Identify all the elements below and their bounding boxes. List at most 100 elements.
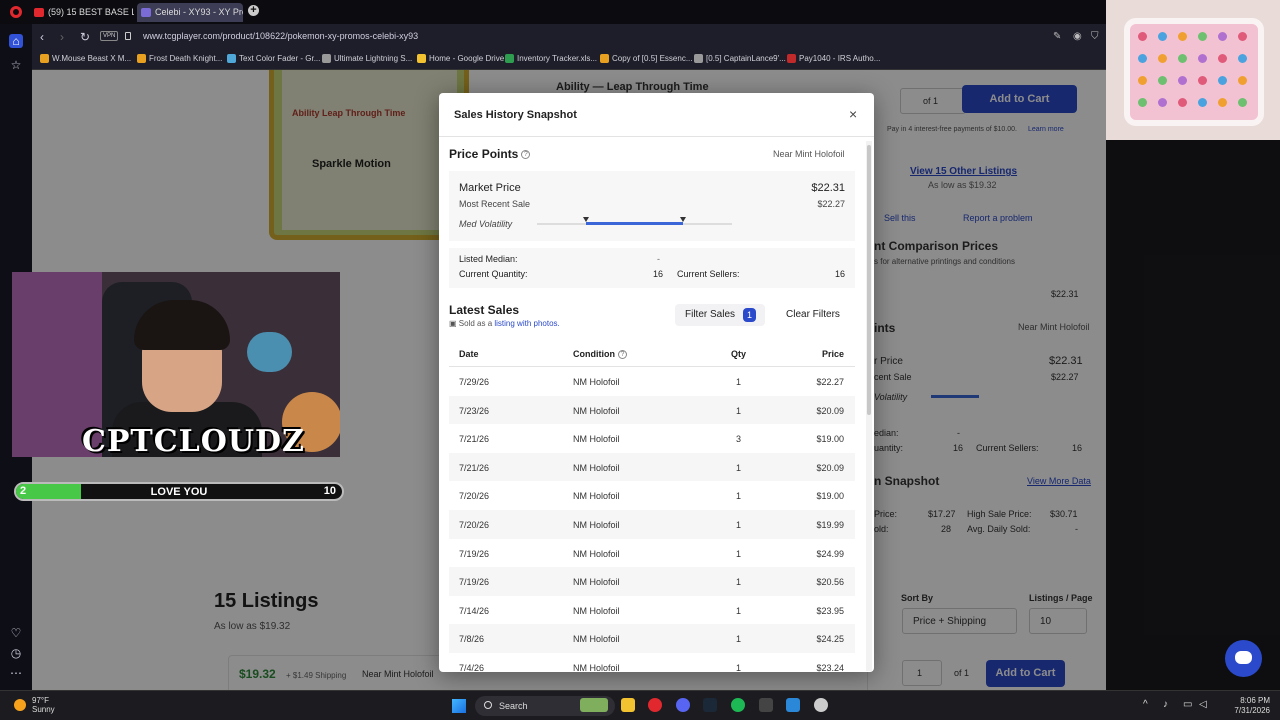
volume-icon[interactable]: ◁: [1199, 699, 1207, 710]
paw-print: [1138, 76, 1147, 85]
chat-button[interactable]: [1225, 640, 1262, 677]
windows-start-icon[interactable]: [452, 699, 466, 713]
sale-qty: 1: [735, 577, 741, 588]
sun-icon[interactable]: [14, 699, 26, 711]
history-icon[interactable]: ◷: [9, 646, 23, 660]
current-sellers-value: 16: [834, 269, 845, 279]
vpn-badge[interactable]: VPN: [100, 31, 119, 41]
sale-qty: 1: [735, 548, 741, 559]
sale-price: $19.00: [816, 434, 844, 445]
market-price-value: $22.31: [811, 182, 845, 194]
bookmark-label: Home - Google Drive: [429, 54, 505, 63]
star-icon[interactable]: ☆: [9, 58, 23, 72]
file-explorer-icon[interactable]: [621, 698, 635, 712]
paw-print: [1218, 32, 1227, 41]
header-qty[interactable]: Qty: [731, 349, 746, 359]
tab-label: (59) 15 BEST BASE LOCATI: [48, 7, 134, 17]
header-condition-text: Condition: [573, 349, 615, 359]
address-bar: ‹ › ↻ VPN www.tcgplayer.com/product/1086…: [32, 24, 1106, 50]
bookmark-item[interactable]: Copy of [0.5] Essenc...: [600, 54, 692, 63]
bookmark-item[interactable]: Frost Death Knight...: [137, 54, 222, 63]
lock-icon[interactable]: [125, 32, 131, 40]
chrome-icon[interactable]: [814, 698, 828, 712]
weather-widget[interactable]: 97°F Sunny: [32, 696, 55, 714]
shield-icon[interactable]: ⛉: [1091, 31, 1099, 42]
bookmark-label: Ultimate Lightning S...: [334, 54, 413, 63]
sale-qty: 1: [735, 462, 741, 473]
url-field[interactable]: www.tcgplayer.com/product/108622/pokemon…: [143, 31, 418, 41]
tab-youtube[interactable]: (59) 15 BEST BASE LOCATI: [30, 3, 134, 22]
sale-qty: 1: [735, 405, 741, 416]
sale-date: 7/21/26: [459, 462, 490, 473]
camera-icon[interactable]: ◉: [1073, 31, 1082, 42]
help-icon[interactable]: ?: [521, 150, 531, 160]
more-icon[interactable]: ⋯: [9, 666, 23, 680]
steam-icon[interactable]: [703, 698, 717, 712]
filter-sales-button[interactable]: Filter Sales 1: [675, 304, 765, 326]
sale-condition: NM Holofoil: [573, 377, 620, 387]
app-icon-blue[interactable]: [786, 698, 800, 712]
bookmark-item[interactable]: Text Color Fader - Gr...: [227, 54, 320, 63]
header-condition[interactable]: Condition?: [573, 349, 627, 360]
tab-tcgplayer[interactable]: Celebi - XY93 - XY Promo: [137, 3, 243, 22]
paw-print: [1158, 54, 1167, 63]
paw-print: [1218, 54, 1227, 63]
search-icon: [484, 701, 492, 709]
filter-sales-label: Filter Sales: [685, 309, 736, 320]
new-tab-icon[interactable]: +: [248, 5, 259, 16]
table-row: 7/19/26 NM Holofoil 1 $20.56: [449, 567, 855, 596]
home-icon[interactable]: ⌂: [9, 34, 23, 48]
chevron-up-icon[interactable]: ^: [1143, 699, 1148, 710]
header-date[interactable]: Date: [459, 349, 479, 359]
sale-date: 7/20/26: [459, 491, 490, 502]
bookmark-label: Pay1040 - IRS Autho...: [799, 54, 881, 63]
modal-scrollbar[interactable]: [866, 141, 872, 671]
modal-title: Sales History Snapshot: [454, 109, 577, 121]
edit-icon[interactable]: ✎: [1053, 31, 1061, 42]
sale-date: 7/19/26: [459, 548, 490, 559]
scroll-thumb[interactable]: [867, 145, 871, 415]
microphone-icon[interactable]: ♪: [1163, 699, 1168, 710]
bookmark-item[interactable]: Ultimate Lightning S...: [322, 54, 412, 63]
bookmark-item[interactable]: Home - Google Drive: [417, 54, 504, 63]
heart-icon[interactable]: ♡: [9, 626, 23, 640]
sale-price: $19.99: [816, 520, 844, 530]
bookmark-item[interactable]: Inventory Tracker.xls...: [505, 54, 597, 63]
opera-logo-icon[interactable]: [10, 6, 22, 18]
header-price[interactable]: Price: [822, 349, 844, 359]
bookmark-item[interactable]: W.Mouse Beast X M...: [40, 54, 131, 63]
bookmark-item[interactable]: [0.5] CaptainLance9'...: [694, 54, 786, 63]
search-highlight-icon[interactable]: [580, 698, 608, 712]
listing-with-photos-link[interactable]: listing with photos.: [494, 319, 559, 328]
back-icon[interactable]: ‹: [40, 30, 44, 44]
network-icon[interactable]: ▭: [1183, 699, 1192, 710]
sale-date: 7/23/26: [459, 405, 490, 416]
clock[interactable]: 8:06 PM 7/31/2026: [1218, 696, 1270, 716]
table-row: 7/8/26 NM Holofoil 1 $24.25: [449, 624, 855, 653]
help-icon[interactable]: ?: [618, 350, 627, 360]
spotify-icon[interactable]: [731, 698, 745, 712]
close-icon[interactable]: ×: [849, 107, 857, 121]
volatility-marker-low: [582, 217, 589, 222]
clear-filters-button[interactable]: Clear Filters: [786, 309, 840, 320]
table-row: 7/21/26 NM Holofoil 3 $19.00: [449, 424, 855, 453]
filter-count-badge: 1: [743, 308, 756, 322]
discord-icon[interactable]: [676, 698, 690, 712]
bookmark-item[interactable]: Pay1040 - IRS Autho...: [787, 54, 880, 63]
opera-taskbar-icon[interactable]: [648, 698, 662, 712]
price-points-title-text: Price Points: [449, 147, 519, 161]
table-header: Date Condition? Qty Price: [449, 339, 855, 367]
paw-print: [1178, 98, 1187, 107]
reload-icon[interactable]: ↻: [80, 30, 90, 44]
sale-qty: 1: [735, 605, 741, 616]
stream-logo: CPTCLOUDZ: [82, 424, 305, 457]
app-icon[interactable]: [759, 698, 773, 712]
stream-goal-bar: 2 LOVE YOU 10: [14, 482, 344, 501]
sale-condition: NM Holofoil: [573, 520, 620, 530]
forward-icon[interactable]: ›: [60, 30, 64, 44]
paw-print: [1138, 54, 1147, 63]
bookmark-icon: [322, 54, 331, 63]
sale-date: 7/21/26: [459, 434, 490, 445]
paw-print: [1158, 98, 1167, 107]
sale-date: 7/8/26: [459, 634, 485, 645]
